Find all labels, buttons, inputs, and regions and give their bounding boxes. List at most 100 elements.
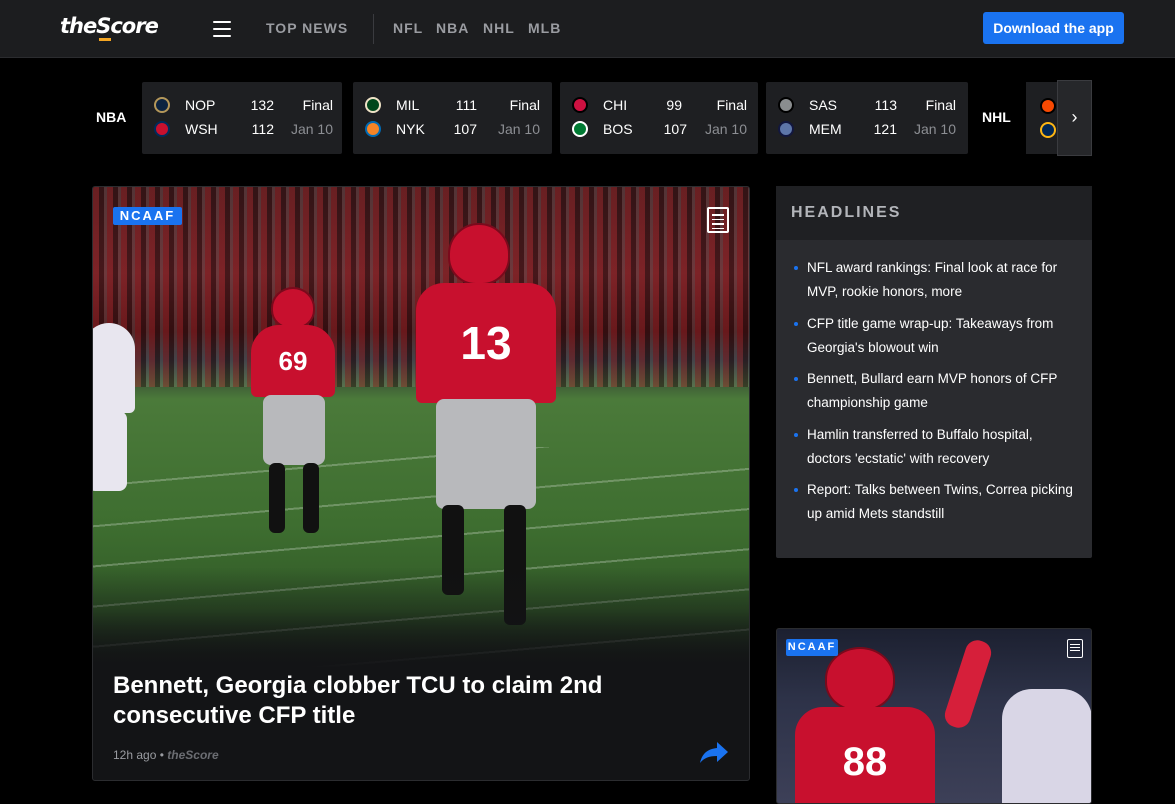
pelicans-logo-icon xyxy=(154,97,170,113)
opponent-player xyxy=(93,287,143,547)
top-navigation: theScore TOP NEWS NFL NBA NHL MLB Downlo… xyxy=(0,0,1175,58)
team-score: 99 xyxy=(666,97,682,113)
secondary-story-card[interactable]: 88 NCAAF xyxy=(776,628,1092,804)
meta-separator: • xyxy=(159,748,164,762)
score-card-nop-wsh[interactable]: NOP 132 Final WSH 112 Jan 10 xyxy=(142,82,342,154)
team-abbr: CHI xyxy=(603,97,628,113)
headlines-panel: HEADLINES NFL award rankings: Final look… xyxy=(776,186,1092,558)
team-score: 111 xyxy=(455,97,477,113)
menu-icon[interactable] xyxy=(213,21,231,37)
score-row-away: CHI 99 Final xyxy=(560,95,758,115)
bucks-logo-icon xyxy=(365,97,381,113)
main-story-photo: 69 13 xyxy=(93,187,749,669)
helmet-icon xyxy=(448,223,510,285)
wizards-logo-icon xyxy=(154,121,170,137)
nav-divider xyxy=(373,14,374,44)
headline-item[interactable]: CFP title game wrap-up: Takeaways from G… xyxy=(792,312,1078,359)
bullet-icon xyxy=(794,266,798,270)
sock xyxy=(269,463,285,533)
score-card-chi-bos[interactable]: CHI 99 Final BOS 107 Jan 10 xyxy=(560,82,758,154)
score-card-mil-nyk[interactable]: MIL 111 Final NYK 107 Jan 10 xyxy=(353,82,552,154)
headline-text: Hamlin transferred to Buffalo hospital, … xyxy=(807,427,1033,466)
secondary-player: 88 xyxy=(795,647,955,803)
score-row-away: MIL 111 Final xyxy=(353,95,552,115)
nav-link-nba[interactable]: NBA xyxy=(436,20,469,36)
game-date: Jan 10 xyxy=(497,121,540,137)
game-status: Final xyxy=(925,97,956,113)
logo-text: theScore xyxy=(60,14,159,38)
team-abbr: MIL xyxy=(396,97,420,113)
nav-link-top-news[interactable]: TOP NEWS xyxy=(266,20,348,36)
helmet-icon xyxy=(271,287,315,329)
celtics-logo-icon xyxy=(572,121,588,137)
league-label-nba[interactable]: NBA xyxy=(96,109,126,125)
thescore-logo[interactable]: theScore xyxy=(60,14,159,41)
bullet-icon xyxy=(794,488,798,492)
main-story-title[interactable]: Bennett, Georgia clobber TCU to claim 2n… xyxy=(113,671,713,731)
headline-text: CFP title game wrap-up: Takeaways from G… xyxy=(807,316,1054,355)
headlines-header: HEADLINES xyxy=(776,186,1092,240)
team-abbr: SAS xyxy=(809,97,838,113)
pants xyxy=(263,395,325,465)
story-source: theScore xyxy=(167,748,219,762)
sabres-logo-icon xyxy=(1040,122,1056,138)
article-icon xyxy=(1067,639,1083,658)
grizzlies-logo-icon xyxy=(778,121,794,137)
share-icon[interactable] xyxy=(699,740,729,764)
pants xyxy=(436,399,536,509)
game-status: Final xyxy=(716,97,747,113)
sock xyxy=(303,463,319,533)
category-badge[interactable]: NCAAF xyxy=(786,639,838,656)
jersey-number: 69 xyxy=(251,325,335,397)
team-abbr: NOP xyxy=(185,97,216,113)
team-score: 121 xyxy=(873,121,897,137)
headline-text: Bennett, Bullard earn MVP honors of CFP … xyxy=(807,371,1058,410)
headline-text: Report: Talks between Twins, Correa pick… xyxy=(807,482,1073,521)
team-abbr: MEM xyxy=(809,121,842,137)
team-score: 113 xyxy=(874,97,897,113)
nav-link-nhl[interactable]: NHL xyxy=(483,20,515,36)
score-row-away: NOP 132 Final xyxy=(142,95,342,115)
logo-underline xyxy=(99,38,111,41)
game-status: Final xyxy=(509,97,540,113)
nav-link-mlb[interactable]: MLB xyxy=(528,20,561,36)
headlines-title: HEADLINES xyxy=(791,204,902,221)
helmet-icon xyxy=(825,647,895,711)
story-timestamp: 12h ago xyxy=(113,748,157,762)
league-label-nhl[interactable]: NHL xyxy=(982,109,1011,125)
team-score: 107 xyxy=(663,121,687,137)
headline-item[interactable]: Report: Talks between Twins, Correa pick… xyxy=(792,478,1078,525)
score-row-home: WSH 112 Jan 10 xyxy=(142,119,342,139)
chevron-right-icon[interactable]: › xyxy=(1057,80,1092,156)
headline-item[interactable]: NFL award rankings: Final look at race f… xyxy=(792,256,1078,303)
team-score: 112 xyxy=(251,121,274,137)
headline-item[interactable]: Hamlin transferred to Buffalo hospital, … xyxy=(792,423,1078,470)
team-abbr: NYK xyxy=(396,121,425,137)
knicks-logo-icon xyxy=(365,121,381,137)
team-score: 132 xyxy=(250,97,274,113)
bullet-icon xyxy=(794,433,798,437)
score-row-home: BOS 107 Jan 10 xyxy=(560,119,758,139)
score-row-home: MEM 121 Jan 10 xyxy=(766,119,968,139)
game-date: Jan 10 xyxy=(913,121,956,137)
background-player: 69 xyxy=(243,287,353,547)
jersey-number: 13 xyxy=(416,283,556,403)
game-status: Final xyxy=(302,97,333,113)
game-date: Jan 10 xyxy=(704,121,747,137)
flyers-logo-icon xyxy=(1040,98,1056,114)
team-abbr: WSH xyxy=(185,121,218,137)
bulls-logo-icon xyxy=(572,97,588,113)
score-card-sas-mem[interactable]: SAS 113 Final MEM 121 Jan 10 xyxy=(766,82,968,154)
game-date: Jan 10 xyxy=(290,121,333,137)
headline-item[interactable]: Bennett, Bullard earn MVP honors of CFP … xyxy=(792,367,1078,414)
headline-text: NFL award rankings: Final look at race f… xyxy=(807,260,1058,299)
nav-link-nfl[interactable]: NFL xyxy=(393,20,423,36)
bullet-icon xyxy=(794,377,798,381)
category-badge[interactable]: NCAAF xyxy=(113,207,182,225)
bullet-icon xyxy=(794,322,798,326)
opponent-player xyxy=(1002,689,1091,803)
main-story-card[interactable]: 69 13 NCAAF Bennett, Georgia clobber TCU… xyxy=(92,186,750,781)
main-story-meta: 12h ago • theScore xyxy=(113,748,219,762)
team-score: 107 xyxy=(453,121,477,137)
download-app-button[interactable]: Download the app xyxy=(983,12,1124,44)
